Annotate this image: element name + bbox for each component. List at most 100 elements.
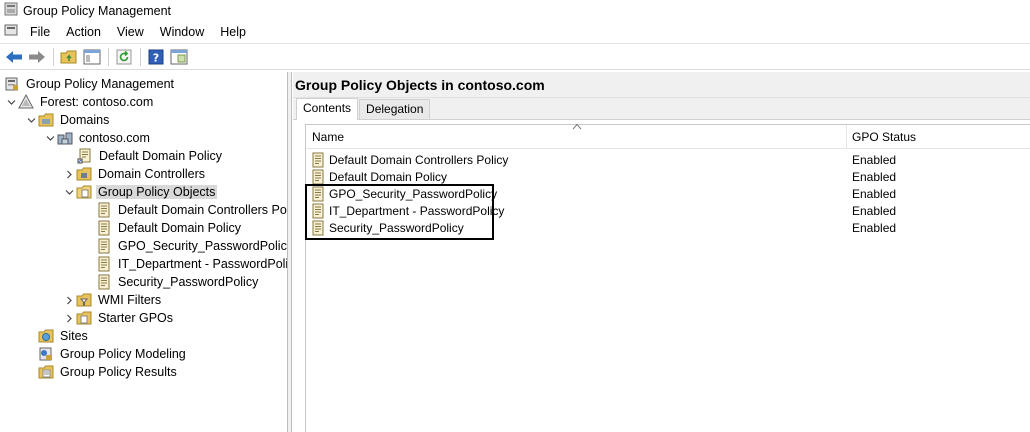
tree-node-gpo[interactable]: Default Domain Controllers Pol xyxy=(96,201,287,219)
menu-app-icon[interactable] xyxy=(4,23,18,40)
tree-node-domain-controllers[interactable]: Domain Controllers xyxy=(62,165,207,183)
tree-node-group-policy-objects[interactable]: Group Policy Objects xyxy=(62,183,218,201)
domains-icon xyxy=(38,112,54,128)
tree-node-forest[interactable]: Forest: contoso.com xyxy=(4,93,155,111)
forest-icon xyxy=(18,94,34,110)
page-title: Group Policy Objects in contoso.com xyxy=(295,76,545,93)
tree-node-gpo[interactable]: IT_Department - PasswordPolicy xyxy=(96,255,287,273)
gpm-icon xyxy=(4,76,20,92)
pane-splitter[interactable] xyxy=(288,72,292,432)
tree-node-results[interactable]: Group Policy Results xyxy=(38,363,179,381)
forward-icon xyxy=(29,50,45,63)
starter-gpos-icon xyxy=(76,310,92,326)
back-icon xyxy=(6,50,22,63)
menu-window[interactable]: Window xyxy=(152,25,212,39)
toolbar-separator xyxy=(53,47,54,66)
list-item[interactable]: Default Domain Controllers Policy Enable… xyxy=(306,151,1030,168)
gpo-status: Enabled xyxy=(852,152,897,167)
gpo-name: Security_PasswordPolicy xyxy=(329,220,464,235)
tree-node-domains[interactable]: Domains xyxy=(24,111,111,129)
collapsed-chevron-icon[interactable] xyxy=(62,311,76,325)
menu-help[interactable]: Help xyxy=(212,25,254,39)
show-hide-tree-button[interactable] xyxy=(81,46,103,68)
sites-icon xyxy=(38,328,54,344)
gpo-icon xyxy=(310,186,326,202)
toolbar: ? xyxy=(0,43,1030,70)
toolbar-separator xyxy=(140,47,141,66)
tree-node-domain[interactable]: contoso.com xyxy=(43,129,152,147)
tree-node-wmi-filters[interactable]: WMI Filters xyxy=(62,291,163,309)
tree-node-starter-gpos[interactable]: Starter GPOs xyxy=(62,309,175,327)
gpo-name: GPO_Security_PasswordPolicy xyxy=(329,186,498,201)
back-button[interactable] xyxy=(3,46,25,68)
list-item[interactable]: Default Domain Policy Enabled xyxy=(306,168,1030,185)
details-pane: Group Policy Objects in contoso.com Cont… xyxy=(293,72,1030,432)
tree-node-gpo[interactable]: Default Domain Policy xyxy=(96,219,243,237)
gpo-icon xyxy=(96,202,112,218)
wmi-filters-icon xyxy=(76,292,92,308)
gpo-link-icon xyxy=(77,148,93,164)
tab-delegation[interactable]: Delegation xyxy=(359,99,431,119)
list-item[interactable]: Security_PasswordPolicy Enabled xyxy=(306,219,1030,236)
toolbar-separator xyxy=(108,47,109,66)
expanded-chevron-icon[interactable] xyxy=(43,131,57,145)
details-header: Group Policy Objects in contoso.com xyxy=(293,72,1030,98)
tree-node-sites[interactable]: Sites xyxy=(38,327,90,345)
list-item[interactable]: IT_Department - PasswordPolicy Enabled xyxy=(306,202,1030,219)
results-icon xyxy=(38,364,54,380)
up-folder-icon xyxy=(60,50,77,63)
collapsed-chevron-icon[interactable] xyxy=(62,293,76,307)
svg-text:?: ? xyxy=(153,51,159,64)
gpo-icon xyxy=(310,169,326,185)
collapsed-chevron-icon[interactable] xyxy=(62,167,76,181)
gpo-icon xyxy=(96,256,112,272)
modeling-icon xyxy=(38,346,54,362)
gpo-container-icon xyxy=(76,184,92,200)
column-header-gpo-status[interactable]: GPO Status xyxy=(846,125,1030,149)
gpo-list[interactable]: Name GPO Status Default Domain Controlle… xyxy=(305,123,1030,432)
gpo-icon xyxy=(96,238,112,254)
gpo-name: IT_Department - PasswordPolicy xyxy=(329,203,505,218)
forward-button[interactable] xyxy=(26,46,48,68)
menu-action[interactable]: Action xyxy=(58,25,109,39)
properties-icon xyxy=(170,49,188,64)
tree-node-root[interactable]: Group Policy Management xyxy=(4,75,176,93)
app-icon xyxy=(4,2,18,19)
gpo-status: Enabled xyxy=(852,169,897,184)
properties-button[interactable] xyxy=(168,46,190,68)
refresh-icon xyxy=(116,49,132,64)
tab-contents[interactable]: Contents xyxy=(296,98,359,120)
domain-icon xyxy=(57,130,73,146)
refresh-button[interactable] xyxy=(113,46,135,68)
tab-strip: Contents Delegation xyxy=(293,98,1030,120)
gpo-icon xyxy=(96,274,112,290)
title-bar: Group Policy Management xyxy=(0,0,1030,21)
console-tree[interactable]: Group Policy Management Forest: contoso.… xyxy=(0,72,288,432)
column-header-name[interactable]: Name xyxy=(306,125,846,149)
gpo-name: Default Domain Controllers Policy xyxy=(329,152,509,167)
tree-node-default-domain-policy-link[interactable]: Default Domain Policy xyxy=(77,147,224,165)
gpo-icon xyxy=(310,203,326,219)
tree-node-modeling[interactable]: Group Policy Modeling xyxy=(38,345,188,363)
help-icon: ? xyxy=(148,49,164,64)
tree-node-gpo[interactable]: Security_PasswordPolicy xyxy=(96,273,260,291)
window-title: Group Policy Management xyxy=(23,3,171,18)
gpo-icon xyxy=(310,220,326,236)
expanded-chevron-icon[interactable] xyxy=(62,185,76,199)
tree-node-gpo[interactable]: GPO_Security_PasswordPolicy xyxy=(96,237,287,255)
gpo-status: Enabled xyxy=(852,186,897,201)
help-button[interactable]: ? xyxy=(145,46,167,68)
menu-bar: File Action View Window Help xyxy=(0,21,1030,42)
gpo-icon xyxy=(96,220,112,236)
expanded-chevron-icon[interactable] xyxy=(4,95,18,109)
menu-file[interactable]: File xyxy=(22,25,58,39)
up-folder-button[interactable] xyxy=(58,46,80,68)
list-header: Name GPO Status xyxy=(306,123,1030,149)
menu-view[interactable]: View xyxy=(109,25,152,39)
gpo-icon xyxy=(310,152,326,168)
gpo-status: Enabled xyxy=(852,203,897,218)
list-item[interactable]: GPO_Security_PasswordPolicy Enabled xyxy=(306,185,1030,202)
expanded-chevron-icon[interactable] xyxy=(24,113,38,127)
ou-folder-icon xyxy=(76,166,92,182)
gpo-name: Default Domain Policy xyxy=(329,169,448,184)
